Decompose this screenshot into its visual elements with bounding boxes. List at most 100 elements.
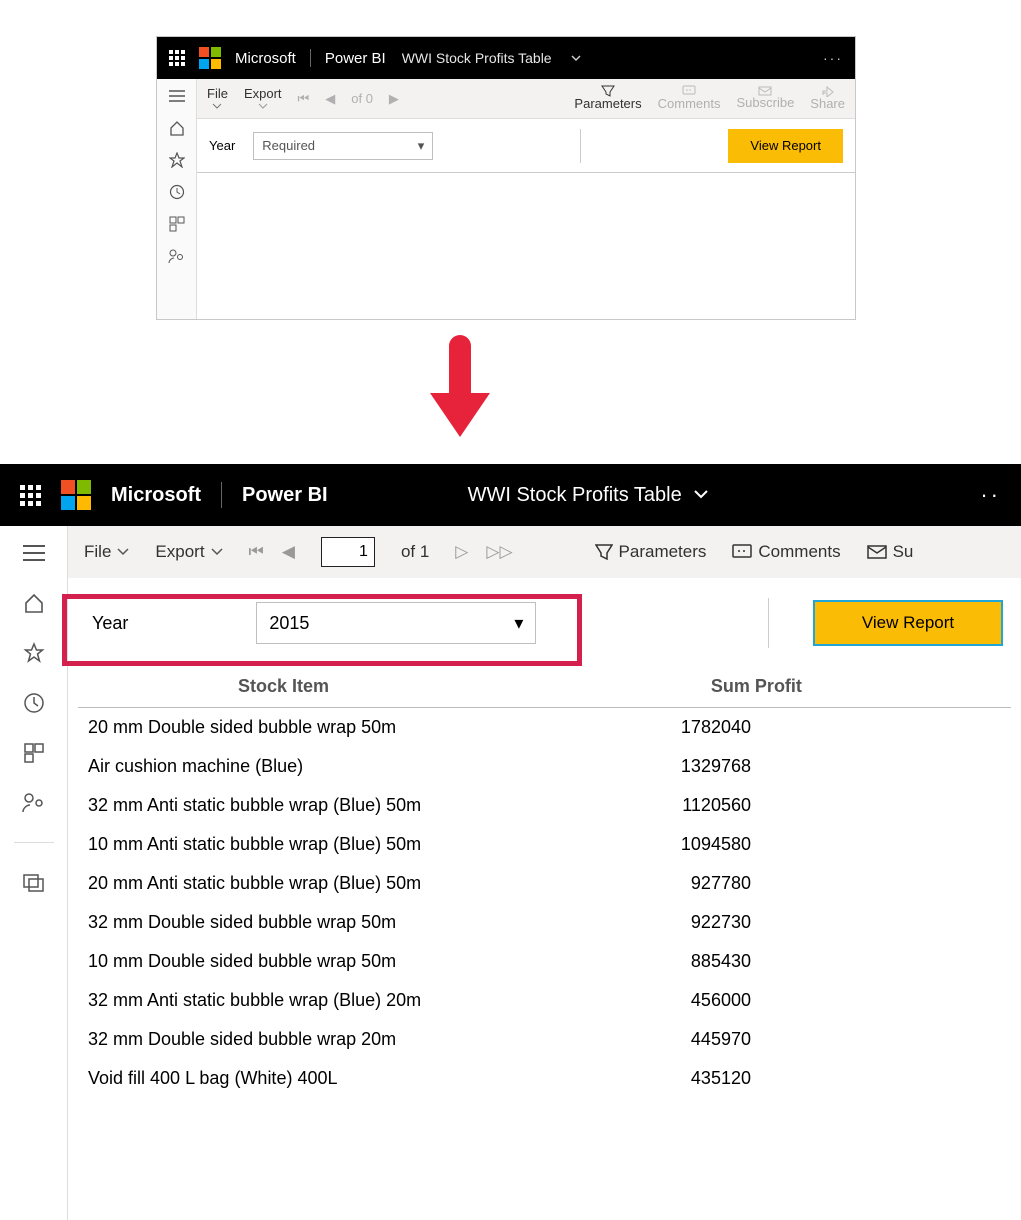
file-label: File: [84, 542, 111, 562]
export-menu[interactable]: Export: [155, 542, 222, 562]
cell-sum-profit: 922730: [671, 903, 1011, 942]
subscribe-label: Subscribe: [736, 96, 794, 110]
comments-button[interactable]: Comments: [658, 85, 721, 111]
parameters-label: Parameters: [619, 542, 707, 562]
share-button[interactable]: Share: [810, 85, 845, 111]
recent-icon[interactable]: [21, 690, 47, 716]
table-row: 10 mm Double sided bubble wrap 50m885430: [78, 942, 1011, 981]
home-icon[interactable]: [168, 119, 186, 137]
cell-sum-profit: 1782040: [671, 708, 1011, 748]
app-launcher-icon[interactable]: [20, 485, 41, 506]
file-menu[interactable]: File: [207, 87, 228, 109]
cell-stock-item: 32 mm Anti static bubble wrap (Blue) 20m: [78, 981, 671, 1020]
apps-icon[interactable]: [21, 740, 47, 766]
caret-down-icon: ▾: [514, 613, 523, 634]
favorite-icon[interactable]: [21, 640, 47, 666]
view-report-button[interactable]: View Report: [813, 600, 1003, 646]
table-row: 32 mm Double sided bubble wrap 50m922730: [78, 903, 1011, 942]
parameter-bar: Year Required ▾ View Report: [197, 119, 855, 173]
screenshot-after: Microsoft Power BI WWI Stock Profits Tab…: [0, 464, 1021, 1220]
prev-page-icon[interactable]: ◀: [282, 542, 295, 562]
cell-sum-profit: 456000: [671, 981, 1011, 1020]
cell-stock-item: 32 mm Anti static bubble wrap (Blue) 50m: [78, 786, 671, 825]
subscribe-label: Su: [893, 542, 914, 562]
cell-stock-item: 10 mm Anti static bubble wrap (Blue) 50m: [78, 825, 671, 864]
menu-toggle-icon[interactable]: [21, 540, 47, 566]
next-page-icon[interactable]: ▷: [455, 542, 468, 562]
subscribe-button[interactable]: Su: [867, 542, 914, 562]
last-page-icon[interactable]: ▷▷: [486, 542, 512, 562]
year-dropdown[interactable]: Required ▾: [253, 132, 433, 160]
page-input[interactable]: [321, 537, 375, 567]
menu-toggle-icon[interactable]: [168, 87, 186, 105]
subscribe-button[interactable]: Subscribe: [736, 86, 794, 110]
report-title[interactable]: WWI Stock Profits Table: [468, 484, 709, 507]
microsoft-logo-icon: [61, 480, 91, 510]
comments-button[interactable]: Comments: [732, 542, 840, 562]
chevron-down-icon[interactable]: [570, 52, 582, 64]
left-rail: [157, 79, 197, 319]
report-table: Stock Item Sum Profit 20 mm Double sided…: [78, 668, 1011, 1098]
year-dropdown[interactable]: 2015 ▾: [256, 602, 536, 644]
cell-sum-profit: 1329768: [671, 747, 1011, 786]
parameters-label: Parameters: [574, 97, 641, 111]
next-page-icon: ▶: [389, 91, 399, 107]
view-report-button[interactable]: View Report: [728, 129, 843, 163]
table-row: 32 mm Anti static bubble wrap (Blue) 50m…: [78, 786, 1011, 825]
top-header: Microsoft Power BI WWI Stock Profits Tab…: [157, 37, 855, 79]
cell-sum-profit: 1120560: [671, 786, 1011, 825]
parameters-button[interactable]: Parameters: [574, 85, 641, 111]
first-page-icon[interactable]: ⏮: [249, 542, 264, 562]
page-of: of 1: [401, 542, 429, 562]
cell-stock-item: 32 mm Double sided bubble wrap 20m: [78, 1020, 671, 1059]
screenshot-before: Microsoft Power BI WWI Stock Profits Tab…: [156, 36, 856, 320]
export-menu[interactable]: Export: [244, 87, 282, 109]
workspaces-icon[interactable]: [21, 869, 47, 895]
cell-stock-item: Air cushion machine (Blue): [78, 747, 671, 786]
powerbi-brand: Power BI: [325, 50, 386, 67]
recent-icon[interactable]: [168, 183, 186, 201]
table-row: 10 mm Anti static bubble wrap (Blue) 50m…: [78, 825, 1011, 864]
year-label: Year: [209, 138, 235, 153]
first-page-icon: ⏮: [298, 91, 310, 107]
powerbi-brand: Power BI: [242, 484, 328, 507]
table-row: 32 mm Double sided bubble wrap 20m445970: [78, 1020, 1011, 1059]
comments-label: Comments: [758, 542, 840, 562]
toolbar: File Export ⏮ ◀ of 0 ▶ Parameters: [197, 79, 855, 119]
cell-stock-item: Void fill 400 L bag (White) 400L: [78, 1059, 671, 1098]
table-row: Air cushion machine (Blue)1329768: [78, 747, 1011, 786]
file-label: File: [207, 87, 228, 101]
more-icon[interactable]: ···: [823, 50, 843, 66]
apps-icon[interactable]: [168, 215, 186, 233]
more-icon[interactable]: ··: [980, 482, 1001, 508]
table-header-row: Stock Item Sum Profit: [78, 668, 1011, 708]
table-row: 32 mm Anti static bubble wrap (Blue) 20m…: [78, 981, 1011, 1020]
prev-page-icon: ◀: [325, 91, 335, 107]
report-title[interactable]: WWI Stock Profits Table: [402, 50, 552, 66]
cell-stock-item: 20 mm Double sided bubble wrap 50m: [78, 708, 671, 748]
microsoft-brand: Microsoft: [235, 50, 296, 67]
year-placeholder: Required: [262, 138, 315, 153]
caret-down-icon: ▾: [418, 138, 425, 154]
shared-icon[interactable]: [168, 247, 186, 265]
app-launcher-icon[interactable]: [169, 50, 185, 66]
divider: [14, 842, 54, 843]
arrow-down-icon: [430, 335, 490, 445]
left-rail: [0, 526, 68, 1220]
cell-sum-profit: 1094580: [671, 825, 1011, 864]
export-label: Export: [244, 87, 282, 101]
shared-icon[interactable]: [21, 790, 47, 816]
page-of: of 0: [351, 91, 373, 106]
file-menu[interactable]: File: [84, 542, 129, 562]
cell-sum-profit: 885430: [671, 942, 1011, 981]
favorite-icon[interactable]: [168, 151, 186, 169]
cell-stock-item: 32 mm Double sided bubble wrap 50m: [78, 903, 671, 942]
parameters-button[interactable]: Parameters: [595, 542, 707, 562]
share-label: Share: [810, 97, 845, 111]
table-row: 20 mm Anti static bubble wrap (Blue) 50m…: [78, 864, 1011, 903]
home-icon[interactable]: [21, 590, 47, 616]
divider: [768, 598, 769, 648]
export-label: Export: [155, 542, 204, 562]
top-header: Microsoft Power BI WWI Stock Profits Tab…: [0, 464, 1021, 526]
cell-stock-item: 20 mm Anti static bubble wrap (Blue) 50m: [78, 864, 671, 903]
